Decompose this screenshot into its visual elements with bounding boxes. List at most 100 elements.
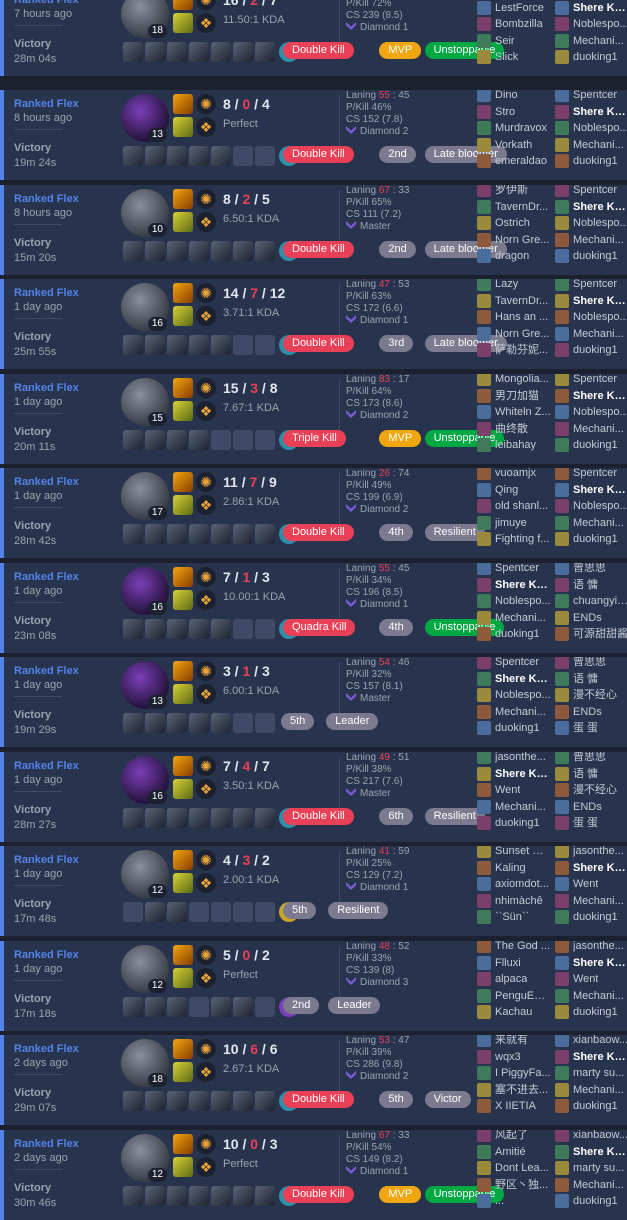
player-name[interactable]: duoking1: [573, 342, 618, 358]
player-name[interactable]: duoking1: [573, 531, 618, 547]
champion-portrait[interactable]: 10: [121, 189, 169, 237]
item-slot[interactable]: [255, 524, 275, 544]
match-card[interactable]: Ranked Flex 8 hours ago Victory 15m 20s 10 ✺ ❖…: [0, 185, 627, 275]
item-slot[interactable]: [167, 902, 187, 922]
player-name[interactable]: Mechani...: [573, 1177, 624, 1193]
player-name[interactable]: Amitié: [495, 1144, 526, 1160]
player-name[interactable]: Whiteln Z...: [495, 404, 551, 420]
player-name[interactable]: jasonthe...: [495, 752, 546, 765]
item-slot[interactable]: [167, 42, 187, 62]
champion-portrait[interactable]: 15: [121, 378, 169, 426]
player-name[interactable]: Shere Kh...: [573, 1049, 627, 1065]
player-name[interactable]: duoking1: [573, 248, 618, 264]
player-name[interactable]: Spentcer: [573, 185, 617, 198]
player-name[interactable]: Went: [573, 876, 598, 892]
item-slot[interactable]: [255, 808, 275, 828]
champion-portrait[interactable]: 18: [121, 0, 169, 38]
item-slot[interactable]: [189, 1091, 209, 1111]
empty-item-slot[interactable]: [233, 146, 253, 166]
player-name[interactable]: Spentcer: [573, 279, 617, 292]
player-name[interactable]: ...: [495, 1193, 504, 1209]
item-slot[interactable]: [123, 524, 143, 544]
player-name[interactable]: Spentcer: [495, 657, 539, 670]
item-slot[interactable]: [167, 808, 187, 828]
player-name[interactable]: 语 慵: [573, 671, 598, 687]
match-card[interactable]: Ranked Flex 1 day ago Victory 17m 18s 12 ✺ ❖ 5 …: [0, 941, 627, 1031]
item-slot[interactable]: [211, 997, 231, 1017]
player-name[interactable]: Shere Kh...: [495, 766, 551, 782]
item-slot[interactable]: [189, 430, 209, 450]
player-name[interactable]: jimuye: [495, 515, 527, 531]
player-name[interactable]: Bombzilla: [495, 16, 543, 32]
player-name[interactable]: Ostrich: [495, 215, 530, 231]
player-name[interactable]: Mechani...: [573, 33, 624, 49]
player-name[interactable]: duoking1: [573, 909, 618, 925]
player-name[interactable]: Flluxi: [495, 955, 521, 971]
player-name[interactable]: jasonthe...: [573, 941, 624, 954]
item-slot[interactable]: [167, 430, 187, 450]
player-name[interactable]: duoking1: [495, 815, 540, 831]
item-slot[interactable]: [189, 241, 209, 261]
item-slot[interactable]: [145, 713, 165, 733]
item-slot[interactable]: [145, 430, 165, 450]
player-name[interactable]: 蛋 蛋: [573, 815, 598, 831]
item-slot[interactable]: [123, 1186, 143, 1206]
empty-item-slot[interactable]: [255, 902, 275, 922]
item-slot[interactable]: [145, 808, 165, 828]
champion-portrait[interactable]: 12: [121, 1134, 169, 1182]
item-slot[interactable]: [167, 997, 187, 1017]
player-name[interactable]: Noblespo...: [573, 404, 627, 420]
match-card[interactable]: Ranked Flex 1 day ago Victory 17m 48s 12 ✺ ❖ 4 …: [0, 846, 627, 936]
player-name[interactable]: duoking1: [573, 1098, 618, 1114]
player-name[interactable]: Shere Kh...: [573, 1144, 627, 1160]
player-name[interactable]: 语 慵: [573, 766, 598, 782]
player-name[interactable]: Shere Kh...: [573, 860, 627, 876]
player-name[interactable]: TavernDr...: [495, 199, 548, 215]
player-name[interactable]: PenguEm...: [495, 988, 551, 1004]
player-name[interactable]: jasonthe...: [573, 846, 624, 859]
match-card[interactable]: Ranked Flex 1 day ago Victory 20m 11s 15 ✺ ❖ 15…: [0, 374, 627, 464]
empty-item-slot[interactable]: [255, 713, 275, 733]
item-slot[interactable]: [189, 619, 209, 639]
item-slot[interactable]: [167, 335, 187, 355]
player-name[interactable]: 野区丶独...: [495, 1177, 548, 1193]
match-card[interactable]: Ranked Flex 1 day ago Victory 23m 08s 16 ✺ ❖ 7 …: [0, 563, 627, 653]
match-card[interactable]: Ranked Flex 1 day ago Victory 28m 42s 17 ✺ ❖ 11…: [0, 468, 627, 558]
player-name[interactable]: Spentcer: [573, 90, 617, 103]
empty-item-slot[interactable]: [233, 619, 253, 639]
player-name[interactable]: Mechani...: [573, 988, 624, 1004]
player-name[interactable]: 风起了: [495, 1130, 528, 1143]
player-name[interactable]: duoking1: [573, 1193, 618, 1209]
empty-item-slot[interactable]: [255, 335, 275, 355]
item-slot[interactable]: [255, 241, 275, 261]
player-name[interactable]: Shere Kh...: [573, 293, 627, 309]
match-card[interactable]: Ranked Flex 2 days ago Victory 29m 07s 18 ✺ ❖ 1…: [0, 1035, 627, 1125]
item-slot[interactable]: [233, 997, 253, 1017]
player-name[interactable]: Norn Gre...: [495, 232, 549, 248]
match-card[interactable]: Ranked Flex 7 hours ago Victory 28m 04s 18 ✺ ❖…: [0, 0, 627, 76]
player-name[interactable]: Seir: [495, 33, 515, 49]
empty-item-slot[interactable]: [233, 430, 253, 450]
item-slot[interactable]: [233, 241, 253, 261]
item-slot[interactable]: [145, 335, 165, 355]
empty-item-slot[interactable]: [189, 997, 209, 1017]
player-name[interactable]: 曾思思: [573, 752, 606, 765]
player-name[interactable]: 蛋 蛋: [573, 720, 598, 736]
item-slot[interactable]: [189, 524, 209, 544]
item-slot[interactable]: [123, 713, 143, 733]
player-name[interactable]: xianbaow...: [573, 1035, 627, 1048]
item-slot[interactable]: [167, 619, 187, 639]
item-slot[interactable]: [211, 42, 231, 62]
player-name[interactable]: 语 慵: [573, 577, 598, 593]
item-slot[interactable]: [145, 1186, 165, 1206]
item-slot[interactable]: [211, 808, 231, 828]
match-card[interactable]: Ranked Flex 8 hours ago Victory 19m 24s 13 ✺ ❖…: [0, 90, 627, 180]
item-slot[interactable]: [167, 1186, 187, 1206]
player-name[interactable]: Lazy: [495, 279, 518, 292]
player-name[interactable]: 塞不进去...: [495, 1082, 548, 1098]
empty-item-slot[interactable]: [233, 713, 253, 733]
champion-portrait[interactable]: 12: [121, 945, 169, 993]
player-name[interactable]: Mechani...: [495, 799, 546, 815]
item-slot[interactable]: [123, 146, 143, 166]
player-name[interactable]: X IIETIA: [495, 1098, 536, 1114]
